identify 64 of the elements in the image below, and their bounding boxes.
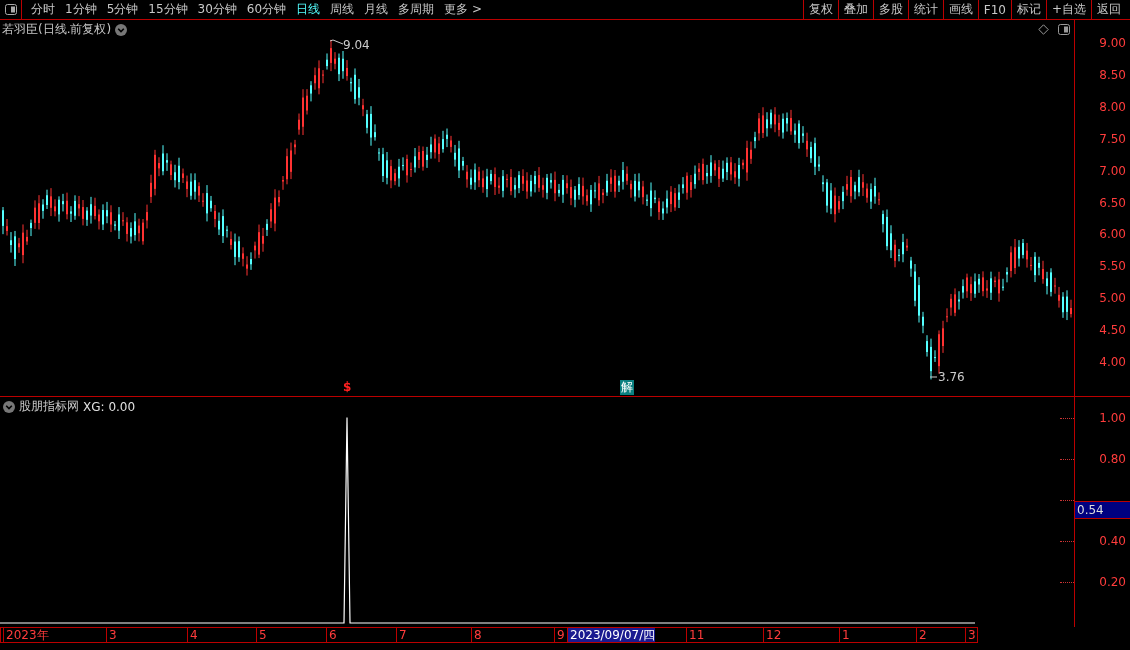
date-label: 3 bbox=[965, 628, 976, 642]
axis-label: 7.00 bbox=[1099, 163, 1126, 178]
date-label: 8 bbox=[471, 628, 482, 642]
axis-label: 4.50 bbox=[1099, 323, 1126, 338]
axis-label: 9.00 bbox=[1099, 36, 1126, 50]
dropdown-icon[interactable] bbox=[115, 23, 128, 36]
axis-label: 0.20 bbox=[1099, 574, 1126, 589]
date-label: 2023/09/07/四 bbox=[567, 628, 656, 642]
axis-label: 5.50 bbox=[1099, 259, 1126, 274]
period-tab[interactable]: 15分钟 bbox=[143, 1, 193, 18]
indicator-reading: XG: 0.00 bbox=[83, 399, 136, 414]
date-label: 5 bbox=[256, 628, 267, 642]
axis-label: 7.50 bbox=[1099, 131, 1126, 146]
date-label: 2023年 bbox=[3, 628, 49, 642]
date-label: 2 bbox=[916, 628, 927, 642]
toolbar-button[interactable]: 返回 bbox=[1091, 0, 1126, 19]
toolbar-button[interactable]: 统计 bbox=[907, 0, 943, 19]
toolbar-button[interactable]: 画线 bbox=[942, 0, 978, 19]
low-price-label: 3.76 bbox=[938, 370, 965, 384]
panel-icon[interactable] bbox=[1058, 24, 1070, 35]
period-tab[interactable]: 5分钟 bbox=[101, 1, 144, 18]
axis-label: 8.50 bbox=[1099, 67, 1126, 82]
diamond-icon[interactable] bbox=[1038, 24, 1049, 35]
date-label: 3 bbox=[106, 628, 117, 642]
axis-label: 0.80 bbox=[1099, 451, 1126, 466]
period-tab[interactable]: 日线 bbox=[291, 1, 326, 18]
date-label: 9 bbox=[554, 628, 565, 642]
date-label: 4 bbox=[187, 628, 198, 642]
date-label: 11 bbox=[686, 628, 705, 642]
toolbar-button[interactable]: +自选 bbox=[1045, 0, 1091, 19]
period-tab[interactable]: 周线 bbox=[325, 1, 360, 18]
date-label: 7 bbox=[396, 628, 407, 642]
high-price-label: 9.04 bbox=[343, 38, 370, 52]
date-label: 12 bbox=[763, 628, 782, 642]
period-tab[interactable]: 更多 > bbox=[439, 1, 487, 18]
toolbar-button[interactable]: F10 bbox=[977, 0, 1011, 19]
period-tab[interactable]: 60分钟 bbox=[241, 1, 292, 18]
signal-marker: $ bbox=[343, 380, 352, 395]
leader-line bbox=[329, 39, 344, 45]
leader-line bbox=[929, 376, 938, 378]
axis-label: 1.00 bbox=[1099, 410, 1126, 425]
period-tab[interactable]: 月线 bbox=[359, 1, 394, 18]
panel-icon bbox=[4, 4, 17, 15]
period-tab[interactable]: 30分钟 bbox=[192, 1, 242, 18]
axis-label: 6.50 bbox=[1099, 195, 1126, 210]
signal-marker: 解 bbox=[620, 380, 634, 395]
cursor-value: 0.54 bbox=[1075, 501, 1130, 520]
date-label: 6 bbox=[326, 628, 337, 642]
toolbar-button[interactable]: 标记 bbox=[1010, 0, 1046, 19]
chart-title: 若羽臣(日线.前复权) bbox=[2, 21, 112, 38]
toolbar-button[interactable]: 复权 bbox=[802, 0, 838, 19]
axis-label: 5.00 bbox=[1099, 291, 1126, 306]
axis-label: 8.00 bbox=[1099, 99, 1126, 114]
axis-label: 4.00 bbox=[1099, 355, 1126, 369]
period-tab[interactable]: 分时 bbox=[26, 1, 60, 18]
period-tab[interactable]: 1分钟 bbox=[60, 1, 102, 18]
toolbar-button[interactable]: 叠加 bbox=[837, 0, 873, 19]
date-label: 1 bbox=[839, 628, 850, 642]
period-tab[interactable]: 多周期 bbox=[393, 1, 440, 18]
axis-label: 0.40 bbox=[1099, 533, 1126, 548]
axis-label: 6.00 bbox=[1099, 227, 1126, 242]
dropdown-icon[interactable] bbox=[3, 400, 15, 413]
toolbar-button[interactable]: 多股 bbox=[872, 0, 908, 19]
indicator-title: 股朋指标网 bbox=[19, 398, 79, 415]
